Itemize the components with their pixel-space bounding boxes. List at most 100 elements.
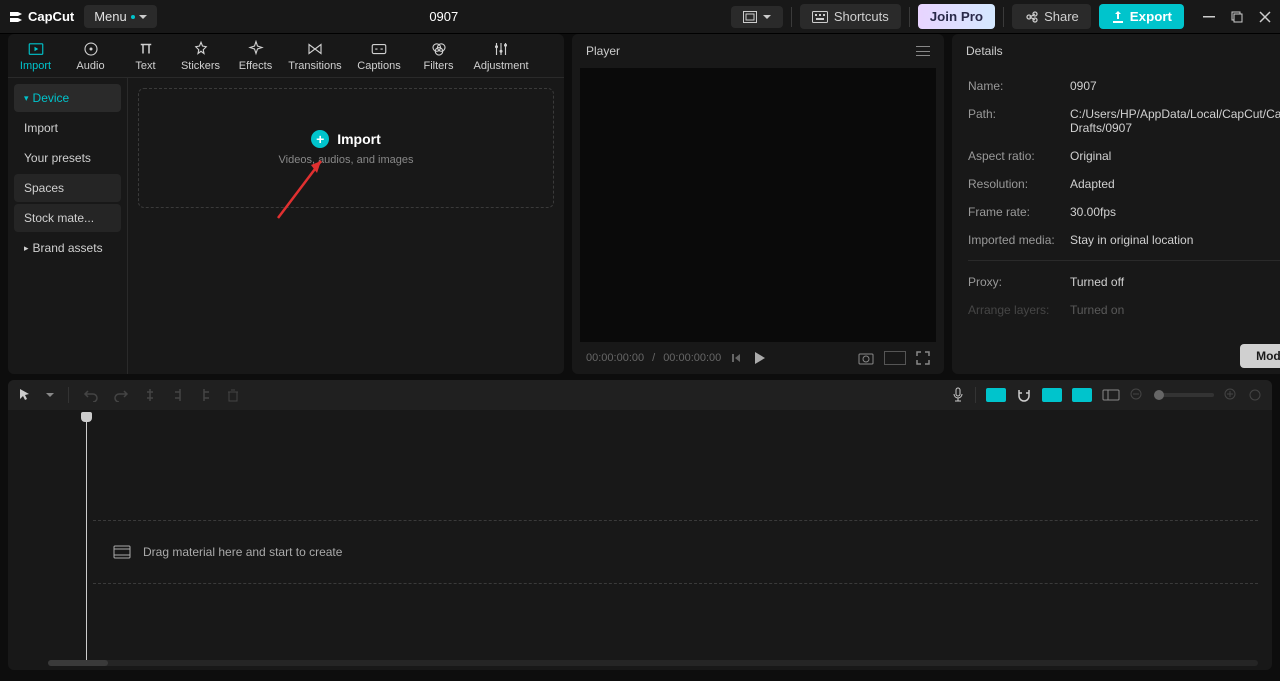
tab-effects[interactable]: Effects [228,34,283,77]
timeline-drop-region[interactable]: Drag material here and start to create [93,520,1258,584]
record-button[interactable] [951,387,965,403]
zoom-slider[interactable] [1154,393,1214,397]
import-subtitle: Videos, audios, and images [279,154,414,166]
import-row: + Import [311,130,381,148]
frame-icon [743,11,757,23]
tab-label: Filters [424,60,454,72]
share-label: Share [1044,9,1079,24]
track-toggle-2[interactable] [1042,388,1062,402]
tab-label: Adjustment [473,60,528,72]
tool-dropdown[interactable] [46,391,54,399]
current-time: 00:00:00:00 [586,352,644,364]
sidebar-item-label: Import [24,121,58,135]
share-icon [1024,10,1038,24]
detail-row-name: Name: 0907 [968,72,1280,100]
text-icon [137,40,155,58]
timeline-body[interactable]: Drag material here and start to create [8,410,1272,670]
timeline-panel: Drag material here and start to create [8,380,1272,670]
select-tool[interactable] [18,388,32,402]
player-right-controls [858,351,930,365]
zoom-out-button[interactable] [1130,388,1144,402]
sidebar-item-stock[interactable]: Stock mate... [14,204,121,232]
media-body: ▾Device Import Your presets Spaces Stock… [8,78,564,374]
main-area: Import Audio Text Stickers Effects Trans… [0,34,1280,374]
delete-button[interactable] [227,388,239,402]
fit-button[interactable] [1248,388,1262,402]
chevron-down-icon [139,13,147,21]
track-toggle-3[interactable] [1072,388,1092,402]
app-logo: CapCut [8,9,74,25]
minimize-button[interactable] [1202,10,1216,24]
snapshot-button[interactable] [858,351,874,365]
sidebar-item-presets[interactable]: Your presets [14,144,121,172]
tab-adjustment[interactable]: Adjustment [466,34,536,77]
sidebar-item-label: Device [33,91,70,105]
effects-icon [247,40,265,58]
tab-audio[interactable]: Audio [63,34,118,77]
total-time: 00:00:00:00 [663,352,721,364]
adjustment-icon [492,40,510,58]
tab-filters[interactable]: Filters [411,34,466,77]
shortcuts-button[interactable]: Shortcuts [800,4,901,29]
detail-row-arrange-layers: Arrange layers: Turned on ? [968,296,1280,324]
split-button[interactable] [143,388,157,402]
delete-left-button[interactable] [171,388,185,402]
player-menu-button[interactable] [916,46,930,56]
tab-stickers[interactable]: Stickers [173,34,228,77]
menu-button[interactable]: Menu [84,5,157,28]
maximize-button[interactable] [1230,10,1244,24]
magnet-button[interactable] [1016,388,1032,402]
prev-frame-button[interactable] [729,351,743,365]
plus-icon: + [311,130,329,148]
menu-label: Menu [94,9,127,24]
detail-label: Resolution: [968,177,1070,191]
details-header: Details [952,34,1280,68]
undo-button[interactable] [83,388,99,402]
tab-captions[interactable]: Captions [347,34,411,77]
join-pro-button[interactable]: Join Pro [918,4,995,29]
sidebar-item-device[interactable]: ▾Device [14,84,121,112]
export-button[interactable]: Export [1099,4,1184,29]
media-side-list: ▾Device Import Your presets Spaces Stock… [8,78,128,374]
details-body: Name: 0907 Path: C:/Users/HP/AppData/Loc… [952,68,1280,374]
detail-row-aspect: Aspect ratio: Original [968,142,1280,170]
fullscreen-button[interactable] [916,351,930,365]
sidebar-item-spaces[interactable]: Spaces [14,174,121,202]
sidebar-item-import[interactable]: Import [14,114,121,142]
tab-text[interactable]: Text [118,34,173,77]
detail-value: Original [1070,149,1280,163]
detail-row-resolution: Resolution: Adapted [968,170,1280,198]
tab-label: Import [20,60,51,72]
export-label: Export [1130,9,1172,24]
preview-toggle[interactable] [1102,389,1120,401]
player-panel: Player 00:00:00:00 / 00:00:00:00 [572,34,944,374]
aspect-preset-button[interactable] [731,6,783,28]
delete-right-button[interactable] [199,388,213,402]
close-button[interactable] [1258,10,1272,24]
detail-label: Proxy: [968,275,1070,289]
menu-notif-dot [131,15,135,19]
zoom-in-button[interactable] [1224,388,1238,402]
play-button[interactable] [751,350,767,366]
track-toggle-1[interactable] [986,388,1006,402]
modify-button[interactable]: Modify [1240,344,1280,368]
import-dropzone[interactable]: + Import Videos, audios, and images [138,88,554,208]
sidebar-item-brand-assets[interactable]: ▸Brand assets [14,234,121,262]
tab-transitions[interactable]: Transitions [283,34,347,77]
tab-label: Transitions [288,60,341,72]
player-header-label: Player [586,44,620,58]
divider [791,7,792,27]
timeline-scrollbar[interactable] [48,660,1258,666]
tab-import[interactable]: Import [8,34,63,77]
detail-label: Name: [968,79,1070,93]
share-button[interactable]: Share [1012,4,1091,29]
clip-icon [113,545,131,559]
redo-button[interactable] [113,388,129,402]
player-viewport[interactable] [580,68,936,342]
ratio-button[interactable] [884,351,906,365]
playhead[interactable] [86,414,87,660]
caret-right-icon: ▸ [24,243,29,254]
timeline-toolbar [8,380,1272,410]
chevron-down-icon [763,13,771,21]
shortcuts-label: Shortcuts [834,9,889,24]
